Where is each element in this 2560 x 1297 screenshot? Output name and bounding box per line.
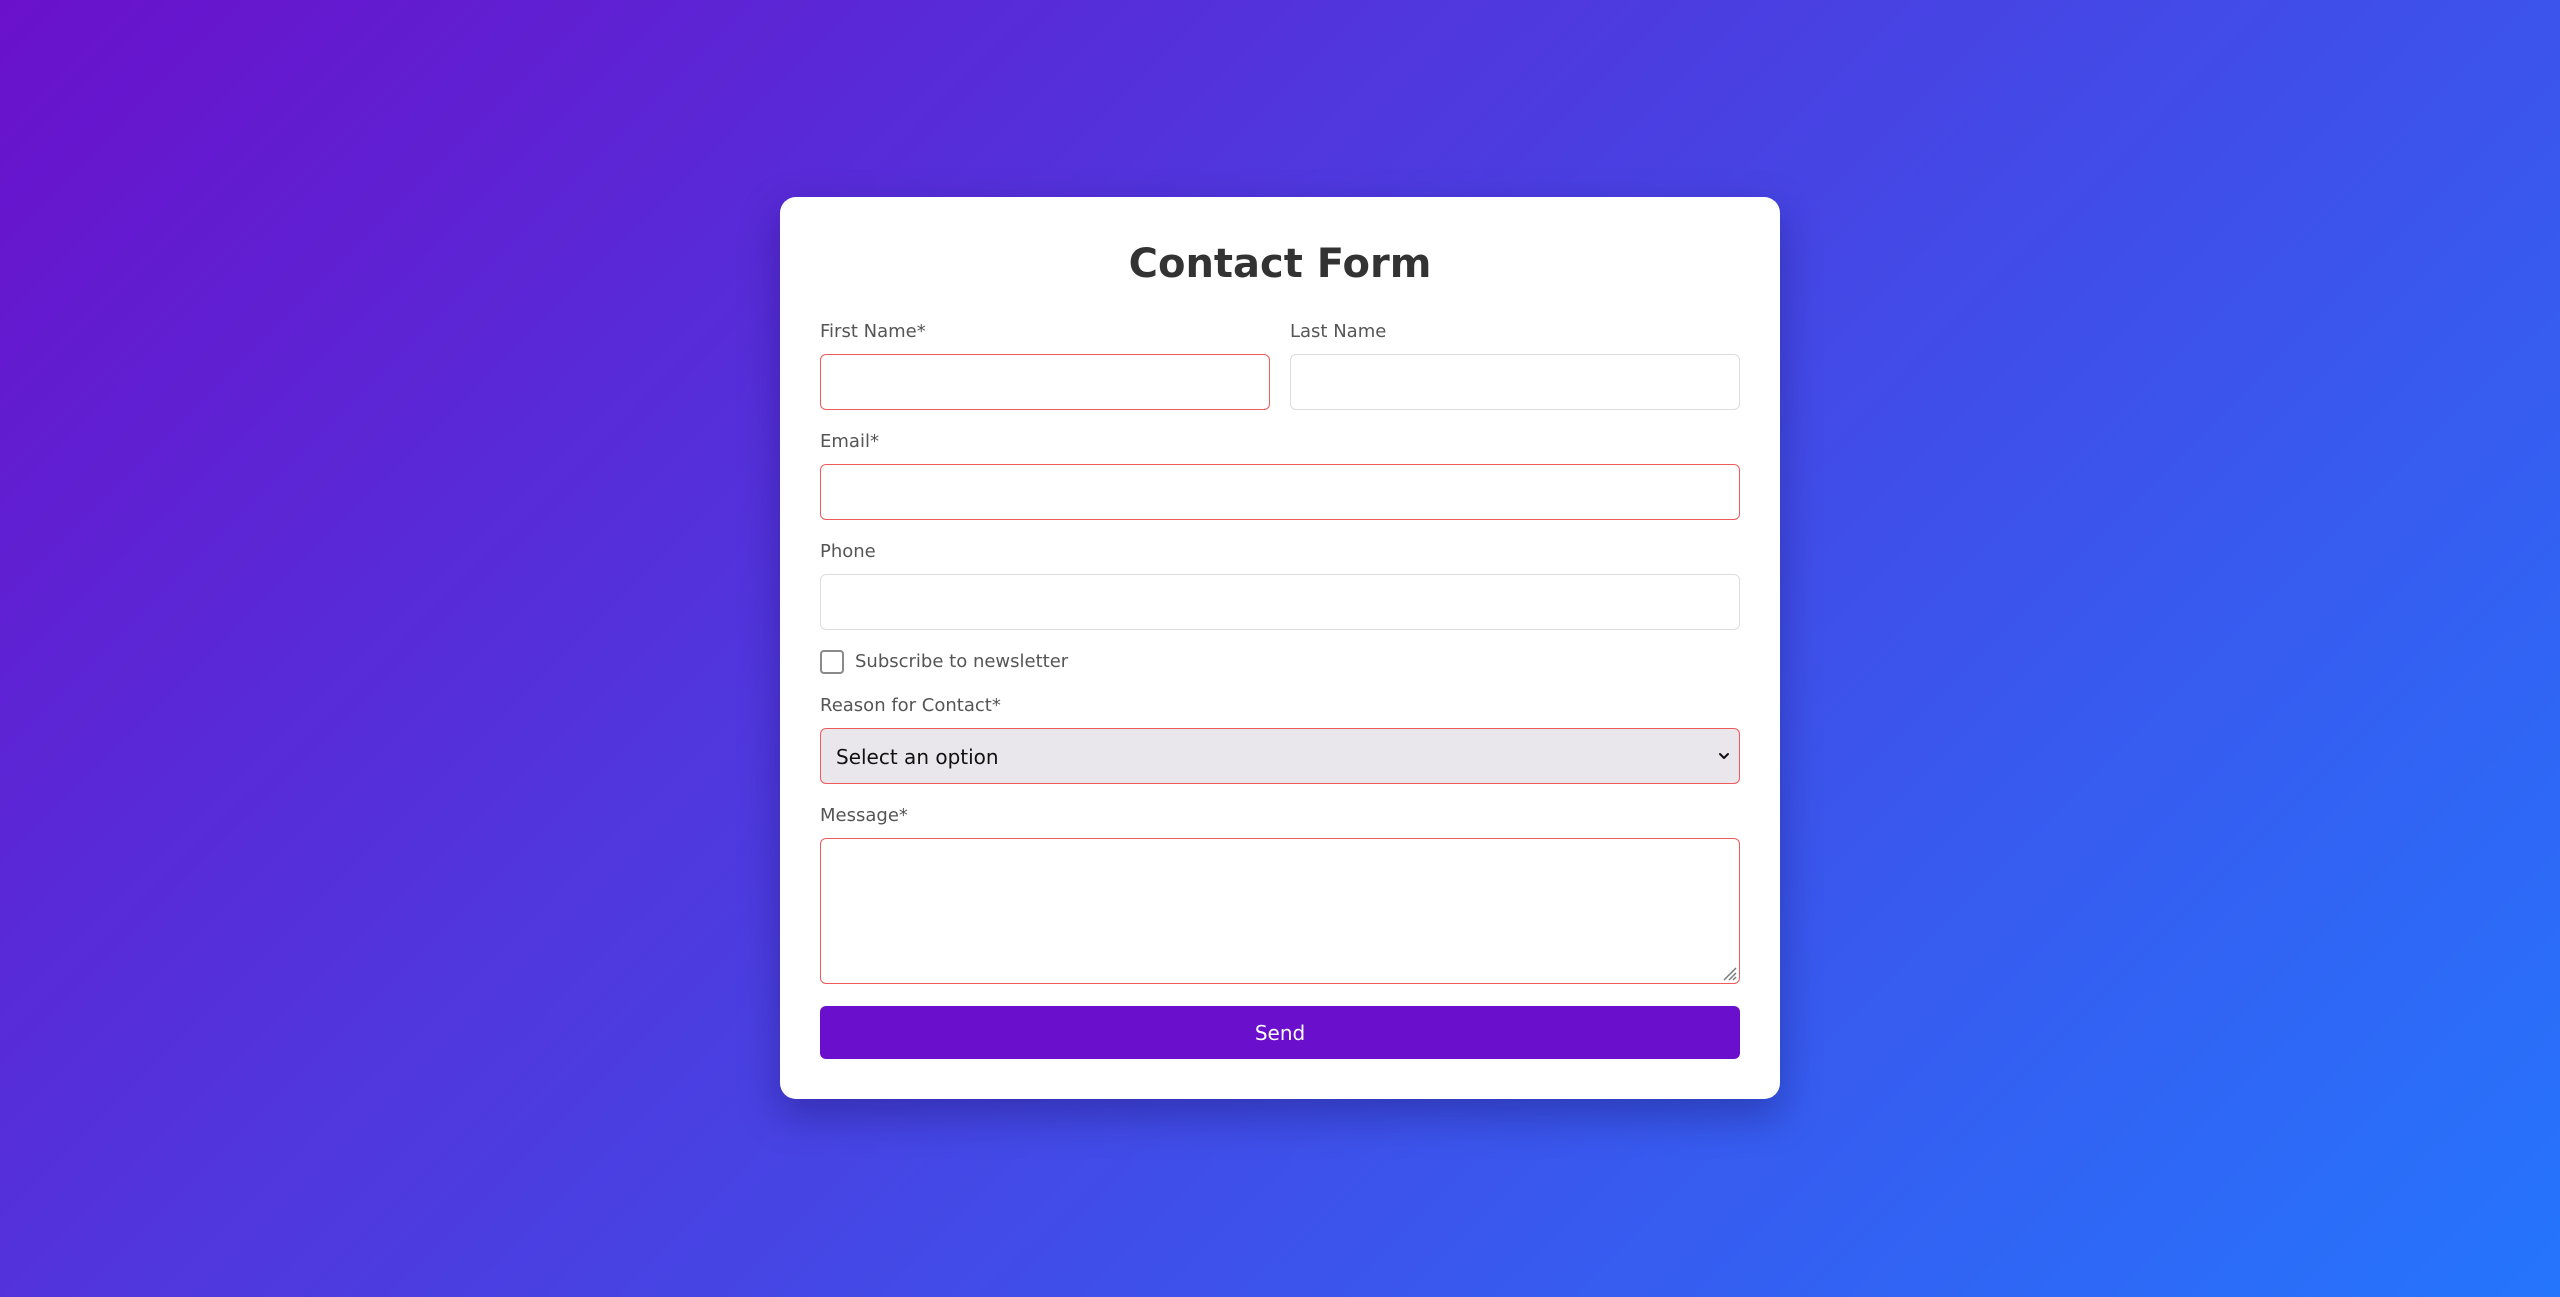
reason-label: Reason for Contact* xyxy=(820,695,1001,716)
newsletter-label[interactable]: Subscribe to newsletter xyxy=(855,651,1068,673)
reason-select[interactable]: Select an option xyxy=(820,728,1740,784)
last-name-input[interactable] xyxy=(1290,354,1740,410)
first-name-label: First Name* xyxy=(820,321,926,342)
phone-label: Phone xyxy=(820,541,876,562)
phone-input[interactable] xyxy=(820,574,1740,630)
reason-selected-value: Select an option xyxy=(836,745,999,769)
message-textarea[interactable] xyxy=(820,838,1740,984)
last-name-label: Last Name xyxy=(1290,321,1387,342)
newsletter-checkbox[interactable] xyxy=(820,650,844,674)
contact-form-card: Contact Form First Name* Last Name Email… xyxy=(780,197,1780,1099)
send-button[interactable]: Send xyxy=(820,1006,1740,1059)
email-label: Email* xyxy=(820,431,879,452)
email-input[interactable] xyxy=(820,464,1740,520)
resize-grip-icon[interactable] xyxy=(1721,965,1737,981)
first-name-input[interactable] xyxy=(820,354,1270,410)
form-title: Contact Form xyxy=(1128,241,1432,287)
message-label: Message* xyxy=(820,805,908,826)
chevron-down-icon xyxy=(1719,753,1729,759)
